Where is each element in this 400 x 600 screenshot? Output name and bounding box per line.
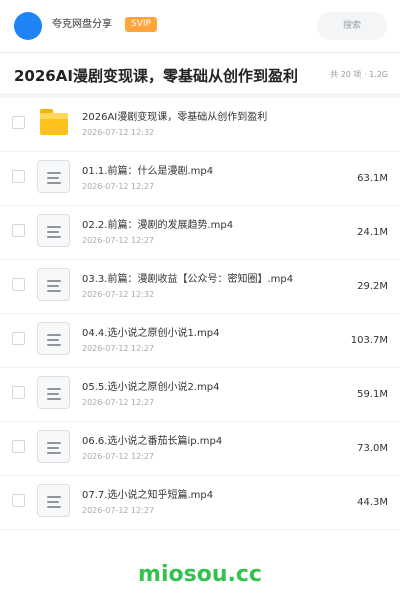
document-icon <box>37 214 70 247</box>
file-date: 2026-07-12 12:32 <box>82 128 155 137</box>
file-list: 2026AI漫剧变现课，零基础从创作到盈利 2026-07-12 12:32 0… <box>0 98 400 530</box>
file-date: 2026-07-12 12:27 <box>82 344 155 353</box>
file-name: 01.1.前篇：什么是漫剧.mp4 <box>82 166 214 177</box>
select-checkbox[interactable] <box>12 440 25 453</box>
file-size: 59.1M <box>357 389 388 400</box>
folder-icon <box>40 109 68 135</box>
search-button[interactable]: 搜索 <box>317 12 387 40</box>
document-icon <box>37 160 70 193</box>
watermark: miosou.cc <box>138 562 262 587</box>
page-title: 2026AI漫剧变现课，零基础从创作到盈利 <box>14 67 298 85</box>
avatar[interactable] <box>14 12 42 40</box>
list-item[interactable]: 05.5.选小说之原创小说2.mp4 2026-07-12 12:27 59.1… <box>0 368 400 422</box>
file-name: 07.7.选小说之知乎短篇.mp4 <box>82 490 214 501</box>
file-size: 63.1M <box>357 173 388 184</box>
file-date: 2026-07-12 12:27 <box>82 452 155 461</box>
document-icon <box>37 376 70 409</box>
select-checkbox[interactable] <box>12 116 25 129</box>
select-checkbox[interactable] <box>12 386 25 399</box>
file-size: 24.1M <box>357 227 388 238</box>
item-count: 共 20 项 · 1.2G <box>330 70 388 79</box>
select-checkbox[interactable] <box>12 332 25 345</box>
file-date: 2026-07-12 12:27 <box>82 236 155 245</box>
svip-badge: SVIP <box>125 17 157 32</box>
document-icon <box>37 484 70 517</box>
file-date: 2026-07-12 12:27 <box>82 398 155 407</box>
file-size: 29.2M <box>357 281 388 292</box>
header-divider <box>0 52 400 53</box>
list-item[interactable]: 07.7.选小说之知乎短篇.mp4 2026-07-12 12:27 44.3M <box>0 476 400 530</box>
select-checkbox[interactable] <box>12 224 25 237</box>
list-item[interactable]: 03.3.前篇：漫剧收益【公众号：密知圈】.mp4 2026-07-12 12:… <box>0 260 400 314</box>
file-name: 04.4.选小说之原创小说1.mp4 <box>82 328 220 339</box>
file-date: 2026-07-12 12:32 <box>82 290 155 299</box>
list-item[interactable]: 2026AI漫剧变现课，零基础从创作到盈利 2026-07-12 12:32 <box>0 98 400 152</box>
file-date: 2026-07-12 12:27 <box>82 506 155 515</box>
file-name: 2026AI漫剧变现课，零基础从创作到盈利 <box>82 112 268 123</box>
list-item[interactable]: 01.1.前篇：什么是漫剧.mp4 2026-07-12 12:27 63.1M <box>0 152 400 206</box>
header: 夸克网盘分享 SVIP 搜索 <box>0 0 400 52</box>
select-checkbox[interactable] <box>12 170 25 183</box>
file-name: 06.6.选小说之番茄长篇ip.mp4 <box>82 436 223 447</box>
document-icon <box>37 322 70 355</box>
document-icon <box>37 268 70 301</box>
list-item[interactable]: 02.2.前篇：漫剧的发展趋势.mp4 2026-07-12 12:27 24.… <box>0 206 400 260</box>
select-checkbox[interactable] <box>12 494 25 507</box>
select-checkbox[interactable] <box>12 278 25 291</box>
document-icon <box>37 430 70 463</box>
list-item[interactable]: 06.6.选小说之番茄长篇ip.mp4 2026-07-12 12:27 73.… <box>0 422 400 476</box>
share-name: 夸克网盘分享 <box>52 19 112 30</box>
file-name: 02.2.前篇：漫剧的发展趋势.mp4 <box>82 220 234 231</box>
file-name: 03.3.前篇：漫剧收益【公众号：密知圈】.mp4 <box>82 274 294 285</box>
file-size: 73.0M <box>357 443 388 454</box>
file-size: 103.7M <box>350 335 388 346</box>
file-size: 44.3M <box>357 497 388 508</box>
file-date: 2026-07-12 12:27 <box>82 182 155 191</box>
file-name: 05.5.选小说之原创小说2.mp4 <box>82 382 220 393</box>
list-item[interactable]: 04.4.选小说之原创小说1.mp4 2026-07-12 12:27 103.… <box>0 314 400 368</box>
